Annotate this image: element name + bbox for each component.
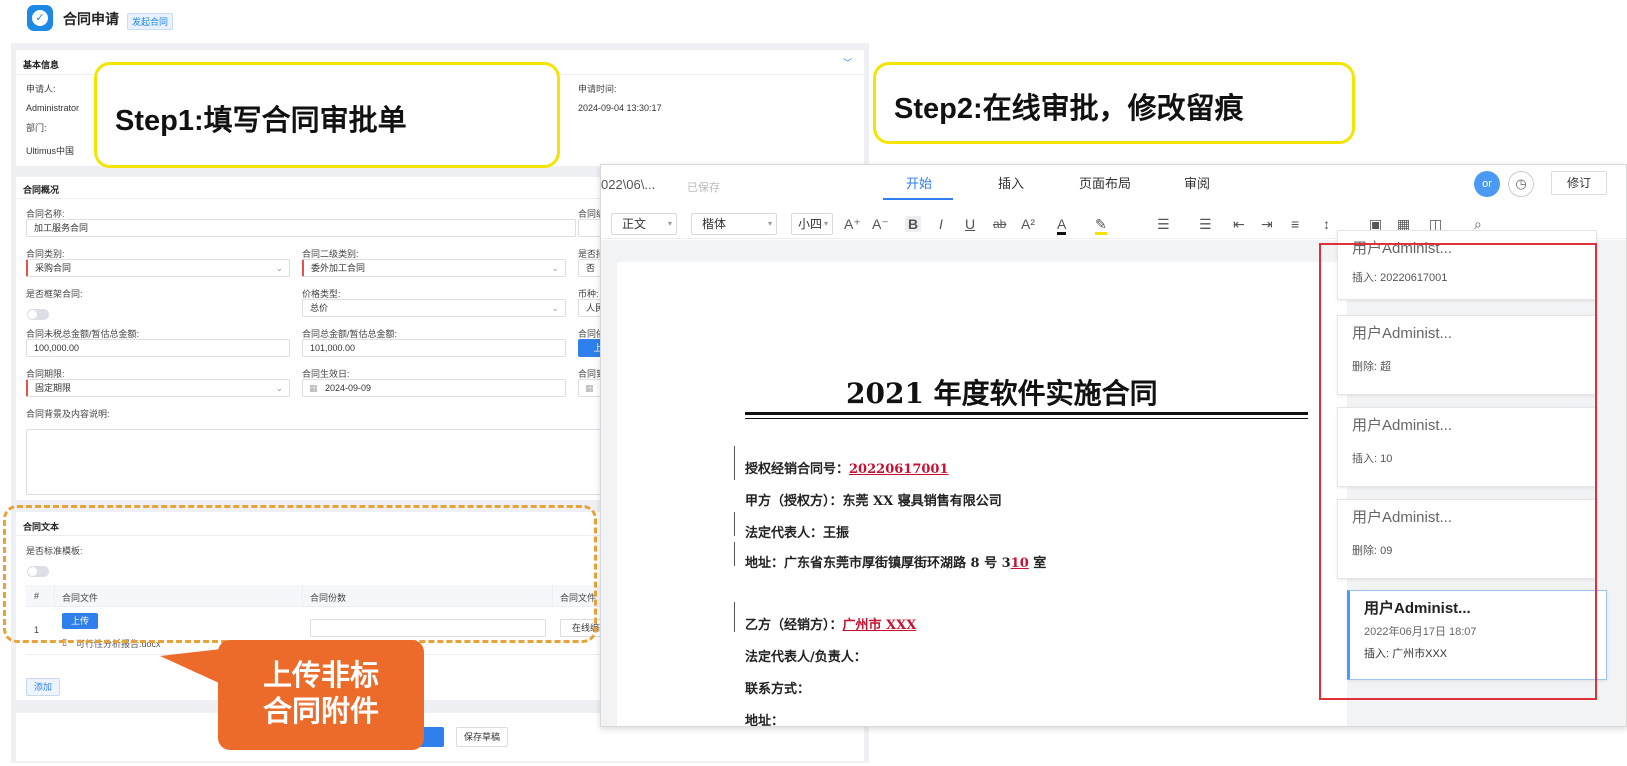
section-title: 合同概况	[23, 185, 60, 195]
italic-icon[interactable]: I	[939, 216, 943, 232]
check-circle-icon: ✓	[27, 5, 53, 31]
chevron-down-icon: ▾	[823, 219, 828, 228]
doc-line-legal-rep: 法定代表人：王振	[745, 526, 850, 541]
add-row-button[interactable]: 添加	[26, 678, 60, 696]
doc-breadcrumb: 022\06\...	[601, 177, 656, 192]
untaxed-amount-input[interactable]: 100,000.00	[26, 339, 290, 357]
bold-icon[interactable]: B	[905, 216, 922, 232]
contract-term-select[interactable]: 固定期限 ⌄	[26, 379, 290, 397]
increase-indent-icon[interactable]: ⇥	[1261, 216, 1273, 232]
applicant-label: 申请人:	[26, 84, 56, 94]
contract-subtype-select[interactable]: 委外加工合同 ⌄	[302, 259, 566, 277]
active-tab-indicator	[883, 198, 953, 200]
revision-highlight-box	[1319, 243, 1597, 700]
font-shrink-icon[interactable]: A⁻	[872, 216, 889, 232]
doc-line-contract-no: 授权经销合同号：20220617001	[745, 462, 949, 477]
dept-value: Ultimus中国	[26, 146, 75, 156]
description-textarea[interactable]	[26, 429, 618, 495]
screenshot-stage: { "header": {"title": "合同申请", "tag": "发起…	[0, 0, 1627, 766]
calendar-icon: ▦	[309, 383, 318, 393]
chevron-down-icon: ▾	[767, 219, 772, 228]
doc-line-party-b: 乙方（经销方）：广州市 XXX	[745, 618, 917, 633]
price-type-select[interactable]: 总价 ⌄	[302, 299, 566, 317]
inserted-text: 10	[1010, 556, 1029, 571]
numbered-list-icon[interactable]: ☰	[1199, 216, 1212, 232]
document-page: 2021 年度软件实施合同 授权经销合同号：20220617001 甲方（授权方…	[617, 262, 1347, 727]
upload-attachment-callout: 上传非标 合同附件	[218, 640, 424, 750]
saved-status: 已保存	[687, 182, 720, 194]
clock-icon[interactable]: ◷	[1508, 171, 1534, 197]
font-color-icon[interactable]: A	[1057, 216, 1067, 235]
framework-label: 是否框架合同:	[26, 289, 83, 299]
chevron-down-icon: ⌄	[275, 383, 283, 393]
decrease-indent-icon[interactable]: ⇤	[1233, 216, 1245, 232]
underline-icon[interactable]: U	[965, 216, 975, 232]
framework-toggle[interactable]	[27, 309, 49, 320]
doc-line-legal-rep-b: 法定代表人/负责人：	[745, 650, 867, 665]
app-header: ✓ 合同申请 发起合同	[0, 0, 1627, 40]
step1-callout: Step1:填写合同审批单	[94, 62, 560, 168]
calendar-icon: ▦	[585, 383, 594, 393]
page-title: 合同申请	[63, 11, 119, 27]
doc-line-address: 地址：广东省东莞市厚街镇厚街环湖路 8 号 310 室	[745, 556, 1047, 571]
tab-insert[interactable]: 插入	[998, 173, 1024, 192]
status-badge: 发起合同	[127, 13, 174, 30]
doc-title: 2021 年度软件实施合同	[846, 377, 1158, 410]
tab-page-layout[interactable]: 页面布局	[1079, 173, 1131, 192]
doc-line-address-b: 地址：	[745, 714, 785, 727]
step2-text: Step2:在线审批，修改留痕	[894, 93, 1244, 125]
paragraph-style-select[interactable]: 正文 ▾	[611, 213, 677, 235]
apply-time-value: 2024-09-04 13:30:17	[578, 103, 662, 113]
align-icon[interactable]: ≡	[1291, 216, 1299, 232]
total-amount-input[interactable]: 101,000.00	[302, 339, 566, 357]
line-spacing-icon[interactable]: ↕	[1323, 216, 1330, 232]
upload-highlight-box	[3, 505, 597, 643]
tab-home[interactable]: 开始	[906, 173, 932, 192]
applicant-value: Administrator	[26, 103, 80, 113]
section-title: 基本信息	[23, 60, 60, 70]
save-draft-button[interactable]: 保存草稿	[456, 727, 508, 747]
superscript-icon[interactable]: A²	[1021, 216, 1035, 232]
chevron-down-icon: ▾	[667, 219, 672, 228]
strikethrough-icon[interactable]: ab	[993, 216, 1006, 232]
contract-type-select[interactable]: 采购合同 ⌄	[26, 259, 290, 277]
chevron-down-icon: ⌄	[275, 263, 283, 273]
editor-topbar: 022\06\... 已保存 开始 插入 页面布局 审阅 or ◷ 修订	[601, 165, 1626, 203]
callout-line: 合同附件	[262, 696, 379, 728]
chevron-down-icon: ⌄	[551, 263, 559, 273]
tab-review[interactable]: 审阅	[1184, 173, 1210, 192]
bullet-list-icon[interactable]: ☰	[1157, 216, 1170, 232]
inserted-text: 20220617001	[849, 462, 949, 477]
description-label: 合同背景及内容说明:	[26, 409, 110, 419]
contract-name-input[interactable]: 加工服务合同	[26, 219, 576, 237]
font-size-select[interactable]: 小四 ▾	[791, 213, 833, 235]
highlight-icon[interactable]: ✎	[1095, 216, 1107, 235]
revise-button[interactable]: 修订	[1551, 171, 1607, 195]
effective-date-picker[interactable]: ▦ 2024-09-09	[302, 379, 566, 397]
doc-line-party-a: 甲方（授权方）：东莞 XX 寝具销售有限公司	[745, 494, 1002, 509]
chevron-down-icon: ⌄	[551, 303, 559, 313]
step2-callout: Step2:在线审批，修改留痕	[873, 62, 1355, 144]
font-grow-icon[interactable]: A⁺	[844, 216, 861, 232]
apply-time-label: 申请时间:	[578, 84, 617, 94]
avatar[interactable]: or	[1474, 171, 1500, 197]
doc-line-contact: 联系方式：	[745, 682, 811, 697]
step1-text: Step1:填写合同审批单	[115, 105, 407, 137]
chevron-down-icon[interactable]: ﹀	[843, 56, 852, 69]
font-family-select[interactable]: 楷体 ▾	[691, 213, 777, 235]
inserted-text: 广州市 XXX	[842, 618, 917, 633]
dept-label: 部门:	[26, 123, 47, 133]
callout-line: 上传非标	[262, 660, 379, 692]
